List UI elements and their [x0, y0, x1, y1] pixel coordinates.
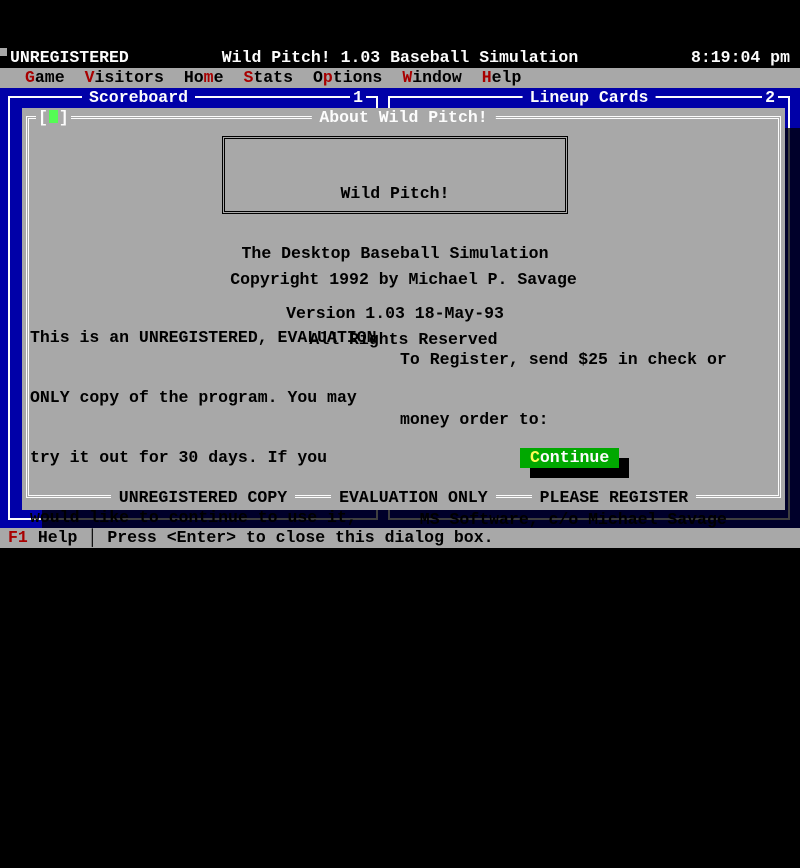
window-scoreboard-number: 1 — [350, 88, 366, 108]
window-lineup-cards-number: 2 — [762, 88, 778, 108]
dialog-footer-banner: UNREGISTERED COPY EVALUATION ONLY PLEASE… — [22, 488, 785, 508]
menu-item-stats[interactable]: Stats — [243, 68, 293, 88]
f1-help-shortcut[interactable]: F1 — [8, 528, 28, 548]
footer-register: PLEASE REGISTER — [532, 488, 697, 508]
window-lineup-cards-title: Lineup Cards — [523, 88, 656, 108]
dialog-shadow-right — [785, 128, 800, 528]
menu-item-visitors[interactable]: Visitors — [85, 68, 164, 88]
menu-item-window[interactable]: Window — [402, 68, 461, 88]
about-dialog: [] About Wild Pitch! Wild Pitch! The Des… — [22, 108, 785, 510]
dialog-title: About Wild Pitch! — [311, 108, 495, 128]
close-icon — [49, 110, 58, 123]
screen-corner-artifact — [0, 48, 7, 56]
menu-item-game[interactable]: Game — [25, 68, 65, 88]
footer-evaluation: EVALUATION ONLY — [331, 488, 496, 508]
window-scoreboard-title: Scoreboard — [82, 88, 195, 108]
close-button[interactable]: [] — [36, 108, 71, 128]
system-title-bar: UNREGISTERED Wild Pitch! 1.03 Baseball S… — [0, 48, 800, 68]
menu-item-options[interactable]: Options — [313, 68, 382, 88]
footer-unregistered: UNREGISTERED COPY — [111, 488, 295, 508]
menu-item-help[interactable]: Help — [482, 68, 522, 88]
menu-bar: Game Visitors Home Stats Options Window … — [0, 68, 800, 88]
dialog-border — [26, 116, 781, 498]
app-title: Wild Pitch! 1.03 Baseball Simulation — [0, 48, 800, 68]
menu-item-home[interactable]: Home — [184, 68, 224, 88]
clock: 8:19:04 pm — [691, 48, 790, 68]
